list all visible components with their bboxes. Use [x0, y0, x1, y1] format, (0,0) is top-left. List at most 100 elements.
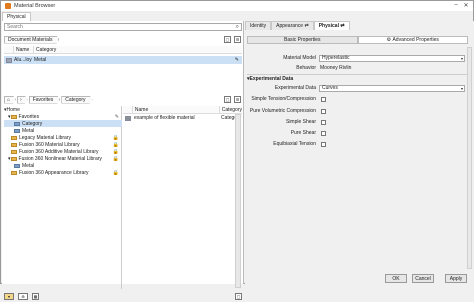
crumb-document-materials[interactable]: Document Materials	[4, 36, 59, 44]
list-scrollbar[interactable]	[235, 114, 241, 288]
crumb-arrow-button[interactable]: ›	[17, 96, 28, 104]
minimize-icon[interactable]: –	[451, 2, 461, 8]
check-row: Pure Volumetric Compression	[245, 107, 469, 115]
toggle-panel-icon[interactable]: ▢	[224, 36, 231, 43]
tab-physical-top[interactable]: Physical	[2, 12, 31, 21]
tab-physical[interactable]: Physical ⇄	[313, 21, 350, 30]
row-name: Alu...loy	[14, 57, 32, 63]
check-label: Equibiaxial Tension	[273, 141, 316, 147]
create-material-icon[interactable]: ⊕	[18, 292, 28, 300]
tree-item-label: Legacy Material Library	[19, 134, 71, 141]
crumb-favorites[interactable]: Favorites	[29, 96, 61, 104]
tree-item[interactable]: Fusion 360 Additive Material Library 🔒	[4, 148, 122, 155]
behavior-row: Behavior Mooney Rivlin	[245, 64, 469, 72]
tree-item-label: Fusion 360 Appearance Library	[19, 169, 89, 176]
header-swatch	[4, 46, 14, 53]
simple-tension-checkbox[interactable]	[321, 96, 326, 102]
behavior-value: Mooney Rivlin	[320, 65, 352, 71]
document-material-row[interactable]: Alu...loy Metal ✎	[4, 56, 242, 64]
tab-advanced-properties[interactable]: ⚙ Advanced Properties	[357, 36, 468, 44]
library-tree: ▾ Home ▾ Favorites ✎ Category Metal Lega…	[4, 106, 122, 289]
check-row: Pure Shear	[245, 129, 469, 137]
close-icon[interactable]: ✕	[461, 2, 471, 9]
equibiaxial-tension-checkbox[interactable]	[321, 141, 326, 147]
folder-icon	[11, 149, 17, 154]
tree-item-label: Metal	[22, 162, 35, 169]
app-icon	[5, 3, 11, 9]
view-options-icon[interactable]: ☰	[234, 36, 241, 43]
dropdown-icon: ▾	[460, 55, 463, 61]
lock-icon: 🔒	[112, 155, 119, 162]
pencil-icon[interactable]: ✎	[115, 114, 119, 120]
library-menu-icon[interactable]: ▾	[4, 292, 14, 300]
list-options-icon[interactable]: ☰	[234, 96, 241, 103]
apply-button[interactable]: Apply	[445, 274, 467, 283]
tree-item-label: Favorites	[18, 113, 40, 120]
search-input[interactable]: Search ⌕	[4, 23, 242, 31]
document-breadcrumb: Document Materials	[4, 35, 60, 44]
toggle-details-icon[interactable]: ▢	[235, 292, 242, 300]
list-item-name: example of flexible material	[134, 115, 195, 121]
library-breadcrumb: ⌂ › Favorites Category	[4, 95, 94, 104]
properties-scrollbar[interactable]	[467, 47, 472, 269]
tree-item[interactable]: Fusion 360 Appearance Library 🔒	[4, 169, 122, 176]
tree-item[interactable]: Metal	[4, 162, 122, 169]
check-row: Simple Tension/Compression	[245, 95, 469, 103]
lock-icon: 🔒	[112, 134, 119, 141]
ok-button[interactable]: OK	[385, 274, 407, 283]
tree-item-label: Fusion 360 Additive Material Library	[19, 148, 99, 155]
toggle-tree-icon[interactable]: ▢	[224, 96, 231, 103]
header-category[interactable]: Category	[34, 46, 74, 53]
edit-icon[interactable]: ✎	[235, 57, 239, 63]
tree-home[interactable]: ▾ Home	[4, 106, 122, 113]
tree-item-selected[interactable]: Category	[4, 120, 122, 127]
tab-basic-properties[interactable]: Basic Properties	[247, 36, 358, 44]
experimental-data-value: Curves	[322, 85, 338, 91]
section-title: Experimental Data	[249, 75, 294, 82]
check-row: Equibiaxial Tension	[245, 140, 469, 148]
library-panel: Search ⌕ Document Materials ▢ ☰ Name Cat…	[2, 21, 244, 300]
tab-appearance[interactable]: Appearance ⇄	[271, 21, 314, 30]
crumb-category[interactable]: Category	[61, 96, 92, 104]
simple-shear-checkbox[interactable]	[321, 119, 326, 125]
cancel-button[interactable]: Cancel	[412, 274, 434, 283]
lock-icon: 🔒	[112, 148, 119, 155]
tab-identity[interactable]: Identity	[245, 21, 272, 30]
pure-volumetric-checkbox[interactable]	[321, 108, 326, 114]
material-swatch	[6, 57, 12, 63]
tree-item-label: Fusion 360 Nonlinear Material Library	[18, 155, 102, 162]
folder-icon	[10, 156, 17, 161]
tree-item[interactable]: ▾ Fusion 360 Nonlinear Material Library …	[4, 155, 122, 162]
folder-icon	[11, 170, 17, 175]
folder-icon	[11, 142, 17, 147]
experimental-data-label: Experimental Data	[274, 85, 316, 91]
home-button[interactable]: ⌂	[4, 96, 16, 104]
experimental-data-section[interactable]: ▾ Experimental Data	[247, 74, 469, 82]
check-label: Simple Shear	[285, 119, 316, 125]
library-footer: ▾ ⊕ ▦ ▢	[4, 290, 242, 302]
tree-item[interactable]: Legacy Material Library 🔒	[4, 134, 122, 141]
check-label: Pure Volumetric Compression	[249, 108, 316, 114]
tree-item[interactable]: Metal	[4, 127, 122, 134]
material-model-select[interactable]: Hyperelastic ▾	[319, 54, 465, 62]
tree-item[interactable]: ▾ Favorites ✎	[4, 113, 122, 120]
window-title: Material Browser	[14, 3, 56, 9]
category-icon	[14, 163, 20, 168]
pure-shear-checkbox[interactable]	[321, 130, 326, 136]
material-browser-window: Material Browser – ✕ Physical Search ⌕ D…	[0, 0, 474, 300]
list-header-category[interactable]: Category	[220, 106, 242, 113]
tree-item-label: Category	[22, 120, 43, 127]
list-header-name[interactable]: Name	[133, 106, 220, 113]
lock-icon: 🔒	[112, 141, 119, 148]
tree-item[interactable]: Fusion 360 Material Library 🔒	[4, 141, 122, 148]
check-row: Simple Shear	[245, 118, 469, 126]
tab-appearance-label: Appearance	[276, 23, 304, 29]
asset-manager-icon[interactable]: ▦	[32, 292, 39, 300]
list-item[interactable]: example of flexible material Category	[123, 114, 242, 122]
material-list: Name Category example of flexible materi…	[123, 106, 242, 289]
header-name[interactable]: Name	[14, 46, 34, 53]
material-editor-panel: Identity Appearance ⇄ Physical ⇄ Basic P…	[245, 21, 474, 284]
experimental-data-select[interactable]: Curves ▾	[319, 84, 465, 92]
library-view-buttons: ▢ ☰	[224, 96, 241, 103]
search-icon[interactable]: ⌕	[236, 24, 239, 31]
